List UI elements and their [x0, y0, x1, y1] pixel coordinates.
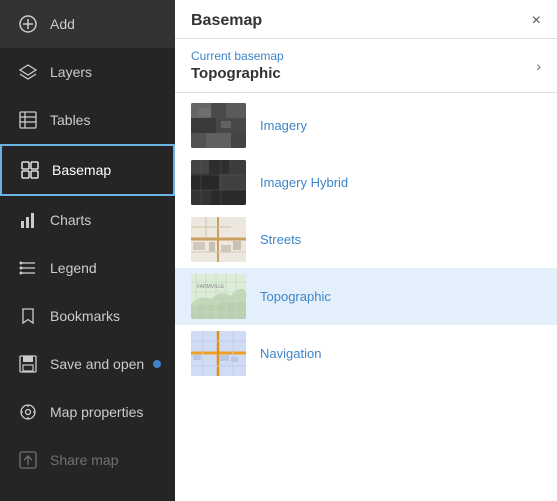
sidebar-item-label-charts: Charts	[50, 212, 91, 228]
basemap-item-streets[interactable]: Streets	[175, 211, 557, 268]
sidebar: Add Layers Tables	[0, 0, 175, 501]
sidebar-item-label-map-properties: Map properties	[50, 404, 143, 420]
basemap-name-imagery-hybrid: Imagery Hybrid	[260, 175, 348, 190]
current-basemap-label: Current basemap	[191, 49, 284, 63]
sidebar-item-label-bookmarks: Bookmarks	[50, 308, 120, 324]
bookmarks-icon	[18, 306, 38, 326]
basemap-list: Imagery Imager	[175, 93, 557, 501]
basemap-name-streets: Streets	[260, 232, 301, 247]
basemap-name-topographic: Topographic	[260, 289, 331, 304]
sidebar-item-label-add: Add	[50, 16, 75, 32]
legend-icon	[18, 258, 38, 278]
sidebar-item-map-properties[interactable]: Map properties	[0, 388, 175, 436]
basemap-icon	[20, 160, 40, 180]
main-panel: Basemap × Current basemap Topographic ›	[175, 0, 557, 501]
basemap-item-imagery-hybrid[interactable]: Imagery Hybrid	[175, 154, 557, 211]
layers-icon	[18, 62, 38, 82]
basemap-item-navigation[interactable]: Navigation	[175, 325, 557, 382]
properties-icon	[18, 402, 38, 422]
save-notification-dot	[153, 360, 161, 368]
current-basemap-name: Topographic	[191, 65, 284, 82]
sidebar-item-label-tables: Tables	[50, 112, 90, 128]
charts-icon	[18, 210, 38, 230]
share-icon	[18, 450, 38, 470]
sidebar-item-basemap[interactable]: Basemap	[0, 144, 175, 196]
sidebar-item-charts[interactable]: Charts	[0, 196, 175, 244]
sidebar-item-label-share: Share map	[50, 452, 118, 468]
sidebar-item-label-save: Save and open	[50, 356, 144, 372]
basemap-thumb-topographic: FARMVILLE	[191, 274, 246, 319]
add-icon	[18, 14, 38, 34]
sidebar-item-label-basemap: Basemap	[52, 162, 111, 178]
current-basemap-info: Current basemap Topographic	[191, 49, 284, 82]
panel-title: Basemap	[191, 12, 262, 30]
basemap-item-imagery[interactable]: Imagery	[175, 97, 557, 154]
close-button[interactable]: ×	[532, 13, 541, 29]
sidebar-item-legend[interactable]: Legend	[0, 244, 175, 292]
panel-header: Basemap ×	[175, 0, 557, 39]
sidebar-item-label-layers: Layers	[50, 64, 92, 80]
tables-icon	[18, 110, 38, 130]
sidebar-item-tables[interactable]: Tables	[0, 96, 175, 144]
sidebar-item-label-legend: Legend	[50, 260, 97, 276]
basemap-name-imagery: Imagery	[260, 118, 307, 133]
basemap-thumb-imagery	[191, 103, 246, 148]
sidebar-item-bookmarks[interactable]: Bookmarks	[0, 292, 175, 340]
basemap-thumb-imagery-hybrid	[191, 160, 246, 205]
save-icon	[18, 354, 38, 374]
basemap-thumb-streets	[191, 217, 246, 262]
sidebar-item-add[interactable]: Add	[0, 0, 175, 48]
sidebar-item-save-and-open[interactable]: Save and open	[0, 340, 175, 388]
current-basemap-row[interactable]: Current basemap Topographic ›	[175, 39, 557, 93]
sidebar-item-layers[interactable]: Layers	[0, 48, 175, 96]
basemap-item-topographic[interactable]: FARMVILLE Topographic	[175, 268, 557, 325]
svg-text:FARMVILLE: FARMVILLE	[197, 284, 225, 290]
basemap-name-navigation: Navigation	[260, 346, 321, 361]
sidebar-item-share-map[interactable]: Share map	[0, 436, 175, 484]
basemap-thumb-navigation	[191, 331, 246, 376]
chevron-right-icon: ›	[536, 58, 541, 74]
